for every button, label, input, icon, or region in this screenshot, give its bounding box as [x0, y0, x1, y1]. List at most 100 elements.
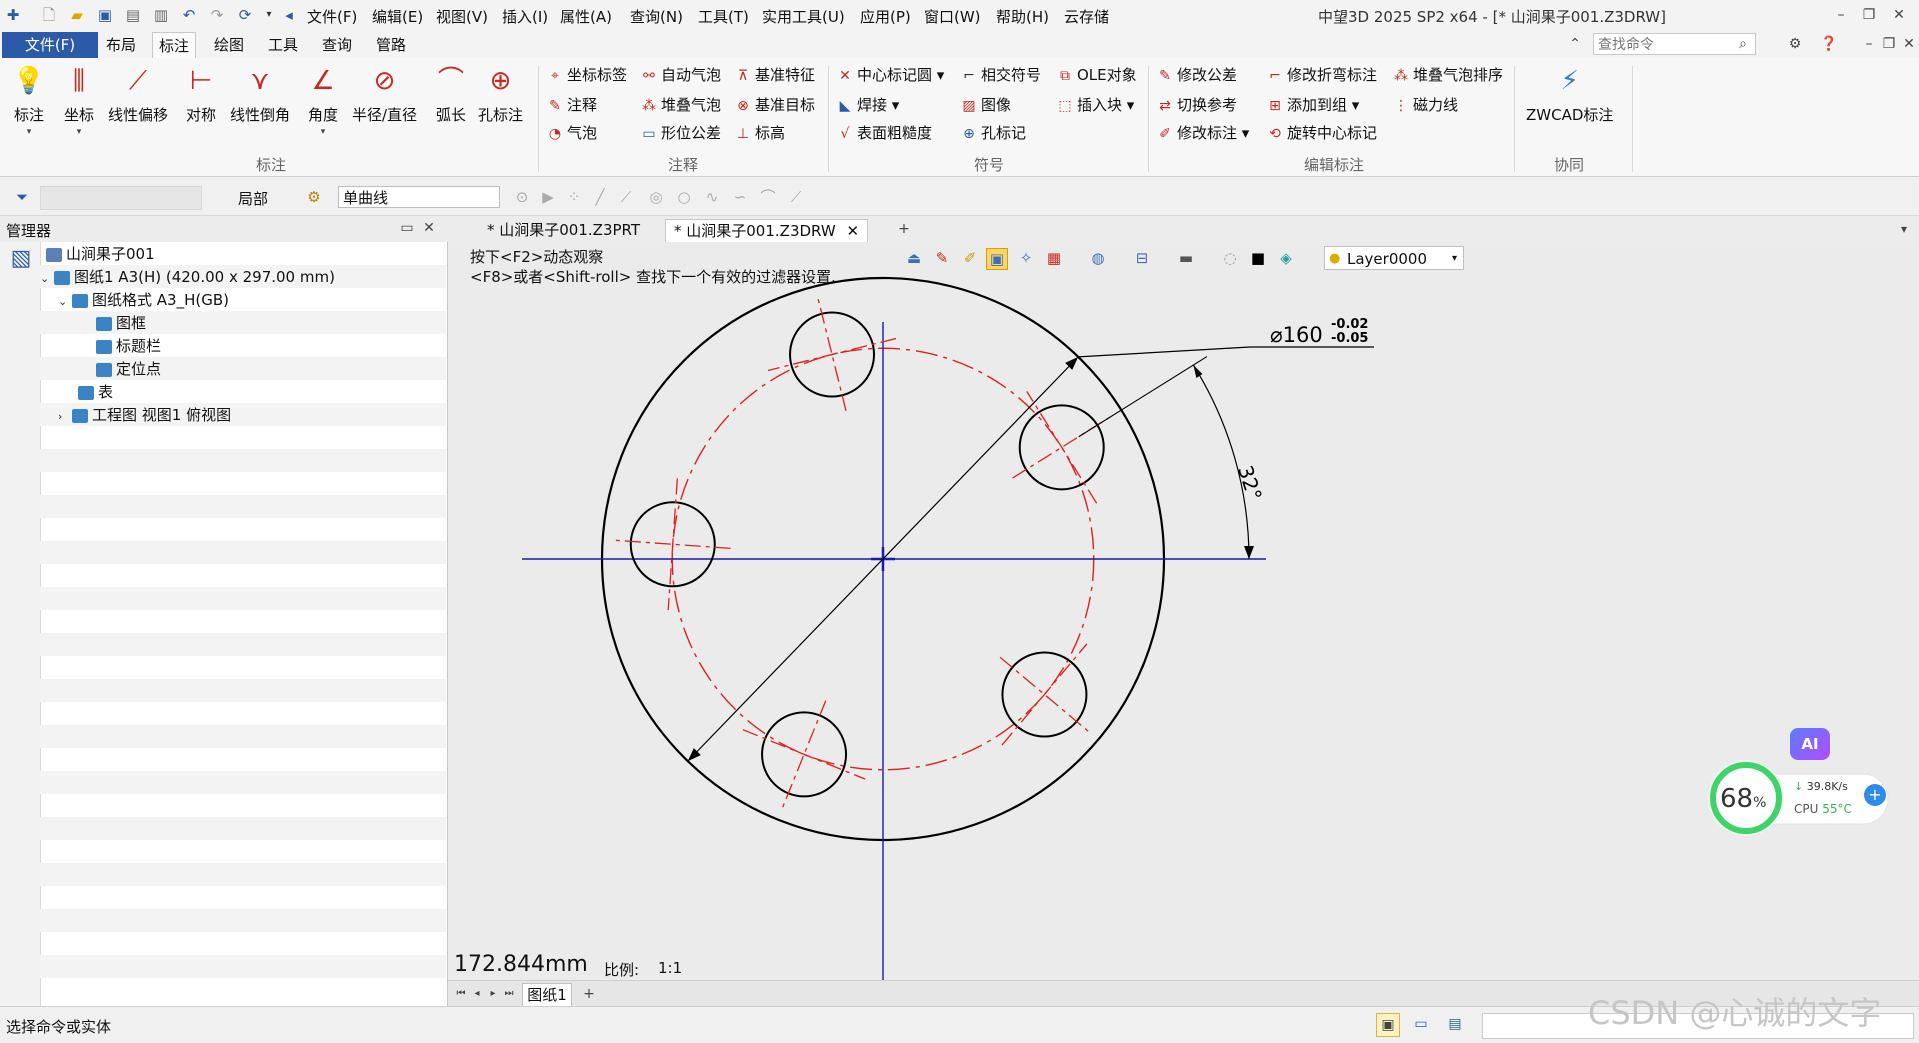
collapse-ribbon-icon[interactable]: ⌃: [1564, 33, 1586, 55]
performance-widget[interactable]: 68% ↓ 39.8K/s CPU 55°C +: [1706, 758, 1892, 840]
snap-spline-icon[interactable]: ∿: [702, 187, 722, 207]
last-sheet-icon[interactable]: ⏭: [498, 983, 520, 1005]
tab-list-dropdown-icon[interactable]: ▾: [1893, 218, 1915, 240]
tab-draw[interactable]: 绘图: [208, 34, 250, 56]
snap-wave-icon[interactable]: ∽: [730, 187, 750, 207]
snap-line-icon[interactable]: ╱: [590, 187, 610, 207]
collapse-arrow-icon[interactable]: ◂: [280, 6, 298, 24]
menu-view[interactable]: 视图(V): [436, 6, 488, 27]
magnetic-line-button[interactable]: ⋮ 磁力线: [1392, 94, 1458, 116]
expand-chevron-icon[interactable]: ⌄: [40, 267, 54, 290]
tab-query[interactable]: 查询: [316, 34, 358, 56]
zwcad-dimension-button[interactable]: ⚡ ZWCAD标注: [1526, 64, 1613, 125]
local-label[interactable]: 局部: [238, 188, 268, 209]
add-plus-icon[interactable]: +: [1864, 784, 1886, 806]
restore-icon[interactable]: ❐: [1858, 4, 1880, 26]
doc-minimize-icon[interactable]: –: [1858, 33, 1880, 55]
print-icon[interactable]: ▤: [124, 6, 142, 24]
save-icon[interactable]: ▣: [96, 6, 114, 24]
modify-dimension-button[interactable]: ✐ 修改标注 ▾: [1156, 122, 1249, 144]
tree-item-table[interactable]: 表: [40, 381, 484, 404]
symmetric-button[interactable]: ⊢ 对称: [184, 64, 218, 125]
ole-object-button[interactable]: ⧉ OLE对象: [1056, 64, 1137, 86]
hole-centerline-tangent[interactable]: [1026, 391, 1098, 504]
surface-roughness-button[interactable]: √ 表面粗糙度: [836, 122, 932, 144]
tree-item-sheet-format[interactable]: ⌄ 图纸格式 A3_H(GB): [40, 289, 464, 312]
search-icon[interactable]: ⌕: [1732, 33, 1754, 55]
menu-utilities[interactable]: 实用工具(U): [762, 6, 845, 27]
ordinate-button[interactable]: ⫼ 坐标 ▾: [62, 64, 96, 137]
menu-tools[interactable]: 工具(T): [698, 6, 749, 27]
refresh-icon[interactable]: ⟳: [236, 6, 254, 24]
snap-tangent-icon[interactable]: ⟋: [786, 187, 806, 207]
tab-file[interactable]: 文件(F): [2, 32, 98, 58]
balloon-button[interactable]: ◔ 气泡: [546, 122, 597, 144]
angle-extension-line[interactable]: [1078, 356, 1208, 438]
datum-target-button[interactable]: ⊗ 基准目标: [734, 94, 815, 116]
center-mark-circle-button[interactable]: ✕ 中心标记圆 ▾: [836, 64, 944, 86]
help-icon[interactable]: ❓: [1818, 33, 1840, 55]
drawing-canvas[interactable]: 按下<F2>动态观察 <F8>或者<Shift-roll> 查找下一个有效的过滤…: [448, 242, 1919, 980]
doc-tab-part[interactable]: * 山涧果子001.Z3PRT: [479, 219, 648, 242]
quick-access-dropdown-icon[interactable]: ▾: [260, 6, 278, 24]
curve-select-combo[interactable]: 单曲线: [338, 186, 500, 208]
angle-dimension-text[interactable]: 32°: [1233, 462, 1267, 503]
menu-help[interactable]: 帮助(H): [996, 6, 1049, 27]
undo-icon[interactable]: ↶: [180, 6, 198, 24]
linear-offset-button[interactable]: ⟋ 线性偏移: [108, 64, 168, 125]
modify-tolerance-button[interactable]: ✎ 修改公差: [1156, 64, 1237, 86]
menu-insert[interactable]: 插入(I): [502, 6, 548, 27]
weld-button[interactable]: ◣ 焊接 ▾: [836, 94, 900, 116]
panel-pin-icon[interactable]: ▭: [396, 217, 418, 239]
geometric-tolerance-button[interactable]: ▭ 形位公差: [640, 122, 721, 144]
ai-badge[interactable]: AI: [1790, 728, 1830, 760]
arc-length-button[interactable]: ⌒ 弧长: [434, 64, 468, 125]
drawing-view[interactable]: ⌀160 -0.02 -0.05 32°: [448, 242, 1919, 980]
snap-segment-icon[interactable]: ⟋: [616, 187, 636, 207]
tree-item-title-block[interactable]: 标题栏: [40, 335, 502, 358]
datum-feature-button[interactable]: ⊼ 基准特征: [734, 64, 815, 86]
filter-combo[interactable]: [40, 186, 202, 210]
hole-centerline-tangent[interactable]: [1001, 643, 1088, 746]
new-file-icon[interactable]: 🗋: [40, 6, 58, 24]
tree-item-part[interactable]: 山涧果子001: [40, 243, 452, 266]
monitor-icon[interactable]: ▭: [1410, 1013, 1432, 1035]
dimension-leader-line[interactable]: [1078, 346, 1251, 358]
close-icon[interactable]: ✕: [1888, 4, 1910, 26]
menu-query[interactable]: 查询(N): [630, 6, 683, 27]
snap-circle-icon[interactable]: ○: [674, 187, 694, 207]
image-button[interactable]: ▨ 图像: [960, 94, 1011, 116]
output-panel-icon[interactable]: ▤: [1444, 1013, 1466, 1035]
drawing-manager-icon[interactable]: ▧: [8, 248, 34, 276]
add-sheet-icon[interactable]: +: [578, 983, 600, 1005]
linear-chamfer-button[interactable]: ⋎ 线性倒角: [230, 64, 290, 125]
print-preview-icon[interactable]: ▥: [152, 6, 170, 24]
snap-scatter-icon[interactable]: ⁘: [564, 187, 584, 207]
menu-attribute[interactable]: 属性(A): [560, 6, 612, 27]
angle-arrow-start[interactable]: [1193, 365, 1203, 379]
insert-block-button[interactable]: ⬚ 插入块 ▾: [1056, 94, 1134, 116]
menu-window[interactable]: 窗口(W): [924, 6, 981, 27]
hole-dimension-button[interactable]: ⊕ 孔标注: [478, 64, 523, 125]
doc-restore-icon[interactable]: ❐: [1878, 33, 1900, 55]
menu-edit[interactable]: 编辑(E): [372, 6, 423, 27]
angle-arrow-end[interactable]: [1244, 546, 1254, 559]
menu-apps[interactable]: 应用(P): [860, 6, 911, 27]
pick-settings-icon[interactable]: ⚙: [304, 187, 324, 207]
settings-gear-icon[interactable]: ⚙: [1784, 33, 1806, 55]
tab-tools[interactable]: 工具: [262, 34, 304, 56]
expand-chevron-icon[interactable]: ›: [58, 405, 72, 428]
rotate-center-mark-button[interactable]: ⟲ 旋转中心标记: [1266, 122, 1377, 144]
open-folder-icon[interactable]: ▰: [68, 6, 86, 24]
filter-icon[interactable]: ⏷: [12, 187, 32, 207]
tree-item-drawing-view[interactable]: › 工程图 视图1 俯视图: [40, 404, 464, 427]
stacked-balloon-sort-button[interactable]: ⁂ 堆叠气泡排序: [1392, 64, 1503, 86]
dimension-button[interactable]: 💡 标注 ▾: [12, 64, 46, 137]
intersection-symbol-button[interactable]: ⌐ 相交符号: [960, 64, 1041, 86]
panel-close-icon[interactable]: ✕: [418, 217, 440, 239]
tab-close-icon[interactable]: ✕: [846, 222, 859, 240]
snap-point-icon[interactable]: ⊙: [512, 187, 532, 207]
layout-mode-icon[interactable]: ▣: [1376, 1013, 1400, 1037]
coordinate-label-button[interactable]: ⌖ 坐标标签: [546, 64, 627, 86]
tree-item-anchor-point[interactable]: 定位点: [40, 358, 502, 381]
